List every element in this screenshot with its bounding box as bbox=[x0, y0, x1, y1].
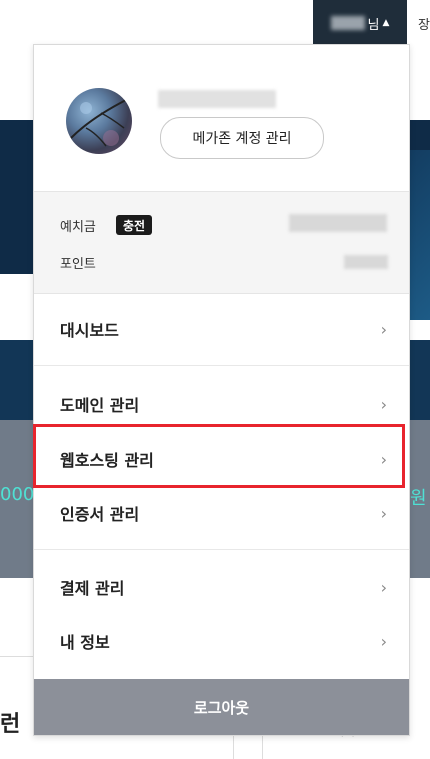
menu-divider bbox=[34, 549, 409, 550]
points-label: 포인트 bbox=[60, 257, 96, 272]
caret-up-icon: ▲ bbox=[382, 18, 390, 28]
account-manage-button[interactable]: 메가존 계정 관리 bbox=[160, 117, 324, 159]
menu-item-label: 내 정보 bbox=[60, 633, 110, 652]
menu-item-payment[interactable]: 결제 관리 › bbox=[34, 561, 409, 613]
chevron-right-icon: › bbox=[380, 503, 387, 523]
menu-divider bbox=[34, 365, 409, 366]
user-suffix: 님 bbox=[367, 17, 380, 33]
menu-item-webhosting[interactable]: 웹호스팅 관리 › bbox=[34, 433, 409, 485]
logout-button[interactable]: 로그아웃 bbox=[34, 679, 409, 735]
avatar-image bbox=[70, 99, 127, 147]
chevron-right-icon: › bbox=[380, 394, 387, 414]
menu-item-label: 결제 관리 bbox=[60, 579, 125, 598]
promo-price-partial: 000 bbox=[0, 484, 35, 505]
user-dropdown-panel: 메가존 계정 관리 예치금 충전 포인트 대시보드 › 도메인 관리 › 웹호스… bbox=[33, 44, 410, 736]
section-title-partial: 런 bbox=[0, 712, 21, 737]
section-divider bbox=[0, 656, 33, 657]
deposit-label: 예치금 bbox=[60, 220, 96, 235]
menu-item-label: 웹호스팅 관리 bbox=[60, 451, 154, 470]
menu-item-label: 도메인 관리 bbox=[60, 396, 140, 415]
username-redacted bbox=[158, 90, 276, 108]
menu-item-dashboard[interactable]: 대시보드 › bbox=[34, 303, 409, 355]
chevron-right-icon: › bbox=[380, 449, 387, 469]
points-value-redacted bbox=[344, 255, 388, 269]
menu-item-domain[interactable]: 도메인 관리 › bbox=[34, 378, 409, 430]
chevron-right-icon: › bbox=[380, 319, 387, 339]
menu-item-my-info[interactable]: 내 정보 › bbox=[34, 615, 409, 667]
deposit-value-redacted bbox=[289, 214, 387, 232]
promo-currency-partial: 원 bbox=[410, 488, 427, 509]
user-menu-toggle[interactable]: 님 ▲ bbox=[313, 0, 407, 46]
username-redacted bbox=[330, 16, 365, 30]
menu-item-certificate[interactable]: 인증서 관리 › bbox=[34, 487, 409, 539]
chevron-right-icon: › bbox=[380, 577, 387, 597]
balance-section: 예치금 충전 포인트 bbox=[34, 191, 409, 294]
header-menu-partial[interactable]: 장 bbox=[418, 14, 430, 33]
menu-item-label: 대시보드 bbox=[60, 321, 119, 340]
avatar bbox=[66, 88, 132, 154]
menu-item-label: 인증서 관리 bbox=[60, 505, 140, 524]
profile-section: 메가존 계정 관리 bbox=[34, 45, 409, 191]
chevron-right-icon: › bbox=[380, 631, 387, 651]
charge-button[interactable]: 충전 bbox=[116, 215, 153, 235]
